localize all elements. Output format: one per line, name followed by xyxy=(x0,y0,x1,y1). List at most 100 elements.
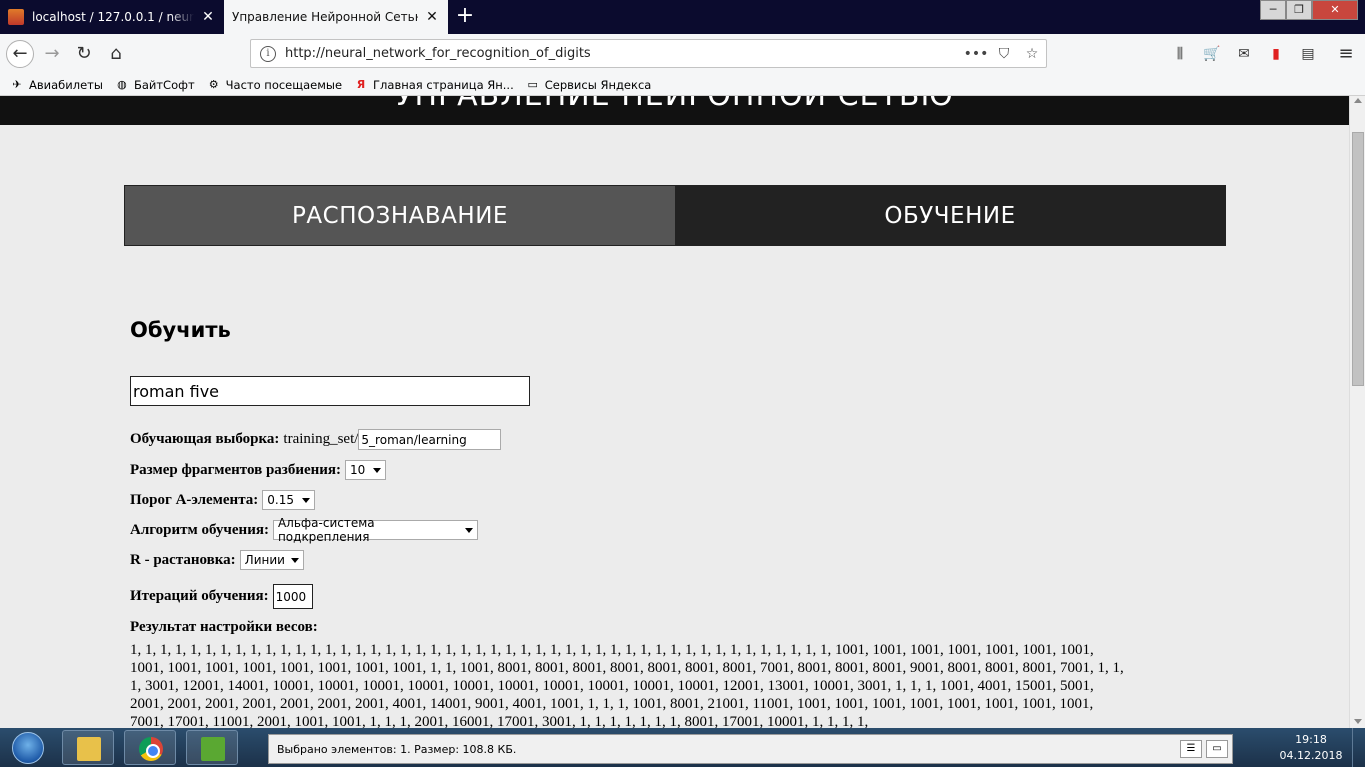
explorer-status-bar: Выбрано элементов: 1. Размер: 108.8 КБ. … xyxy=(268,734,1233,764)
tab-phpmyadmin[interactable]: localhost / 127.0.0.1 / neural_ne ✕ xyxy=(0,0,224,34)
bookmark-most-visited[interactable]: ⚙ Часто посещаемые xyxy=(207,78,342,92)
site-info-icon[interactable]: i xyxy=(260,45,276,62)
algorithm-select[interactable]: Альфа-система подкрепления xyxy=(272,516,478,544)
library-icon[interactable]: ⫼ xyxy=(1170,44,1190,64)
tray-clock[interactable]: 19:18 04.12.2018 xyxy=(1278,732,1344,764)
clock-time: 19:18 xyxy=(1295,733,1327,746)
fragment-size-row: Размер фрагментов разбиения: 10 xyxy=(130,460,387,480)
threshold-row: Порог А-элемента: 0.15 xyxy=(130,490,316,510)
close-window-button[interactable]: ✕ xyxy=(1312,0,1358,20)
weights-result-label: Результат настройки весов: xyxy=(130,619,318,635)
phpmyadmin-favicon-icon xyxy=(8,9,24,25)
chevron-down-icon xyxy=(464,527,473,533)
tab-training[interactable]: ОБУЧЕНИЕ xyxy=(675,186,1225,245)
network-name-input[interactable] xyxy=(130,376,530,406)
selected-value: Альфа-система подкрепления xyxy=(277,516,375,544)
bookmark-label: Главная страница Ян... xyxy=(373,77,514,92)
scrollbar-thumb[interactable] xyxy=(1352,132,1364,386)
windows-logo-icon xyxy=(12,732,44,764)
pocket-icon[interactable]: ⛉ xyxy=(990,46,1018,62)
fragment-size-select[interactable]: 10 xyxy=(345,460,387,480)
plane-icon: ✈ xyxy=(12,77,22,91)
home-button[interactable]: ⌂ xyxy=(102,40,130,68)
bookmark-yandex-services[interactable]: ▭ Сервисы Яндекса xyxy=(526,78,652,92)
bookmark-label: Сервисы Яндекса xyxy=(544,77,652,92)
minimize-button[interactable]: ─ xyxy=(1260,0,1286,20)
weights-result-text: 1, 1, 1, 1, 1, 1, 1, 1, 1, 1, 1, 1, 1, 1… xyxy=(130,642,1124,728)
taskbar-editor[interactable] xyxy=(186,730,238,765)
threshold-label: Порог А-элемента: xyxy=(130,491,259,508)
yandex-flag-icon[interactable]: ▮ xyxy=(1266,44,1286,64)
page-viewport: УПРАВЛЕНИЕ НЕЙРОННОЙ СЕТЬЮ РАСПОЗНАВАНИЕ… xyxy=(0,96,1349,728)
start-button[interactable] xyxy=(4,730,52,766)
globe-icon: ◍ xyxy=(117,77,127,91)
show-desktop-button[interactable] xyxy=(1352,728,1365,767)
chevron-down-icon xyxy=(302,497,311,503)
tab-close-icon[interactable]: ✕ xyxy=(200,9,216,25)
iterations-label: Итераций обучения: xyxy=(130,588,269,604)
bookmarks-bar: ✈ Авиабилеты ◍ БайтСофт ⚙ Часто посещаем… xyxy=(0,74,1365,96)
training-sample-prefix: training_set/ xyxy=(283,431,359,447)
tab-title: localhost / 127.0.0.1 / neural_ne xyxy=(32,10,194,24)
algorithm-row: Алгоритм обучения: Альфа-система подкреп… xyxy=(130,516,478,544)
taskbar-chrome[interactable] xyxy=(124,730,176,765)
reload-button[interactable]: ↻ xyxy=(70,40,98,68)
tiles-view-icon[interactable]: ▭ xyxy=(1206,740,1228,758)
sidebar-icon[interactable]: ▤ xyxy=(1298,44,1318,64)
navigation-toolbar: ← → ↻ ⌂ i http://neural_network_for_reco… xyxy=(0,34,1365,74)
training-sample-row: Обучающая выборка: training_set/ xyxy=(130,429,502,450)
threshold-select[interactable]: 0.15 xyxy=(262,490,316,510)
clock-date: 04.12.2018 xyxy=(1279,749,1343,762)
fragment-size-label: Размер фрагментов разбиения: xyxy=(130,461,342,478)
selected-value: 10 xyxy=(350,463,366,477)
mode-tabs: РАСПОЗНАВАНИЕ ОБУЧЕНИЕ xyxy=(124,185,1226,246)
bookmark-aviabilety[interactable]: ✈ Авиабилеты xyxy=(10,78,103,92)
arrangement-label: R - растановка: xyxy=(130,551,236,568)
details-view-icon[interactable]: ☰ xyxy=(1180,740,1202,758)
scroll-down-icon[interactable] xyxy=(1354,719,1362,724)
iterations-row: Итераций обучения: xyxy=(130,584,313,609)
arrangement-select[interactable]: Линии xyxy=(239,550,304,570)
gear-icon: ⚙ xyxy=(208,77,219,91)
folder-icon xyxy=(77,737,101,761)
chevron-down-icon xyxy=(290,557,299,563)
page-header-title: УПРАВЛЕНИЕ НЕЙРОННОЙ СЕТЬЮ xyxy=(0,96,1349,113)
tab-close-icon[interactable]: ✕ xyxy=(424,9,440,25)
bookmark-label: Часто посещаемые xyxy=(225,77,343,92)
maximize-button[interactable]: ❐ xyxy=(1286,0,1312,20)
scroll-up-icon[interactable] xyxy=(1354,98,1362,103)
bookmark-baitsoft[interactable]: ◍ БайтСофт xyxy=(115,78,195,92)
mail-icon[interactable]: ✉ xyxy=(1234,44,1254,64)
yandex-icon: Я xyxy=(356,77,366,91)
tab-title: Управление Нейронной Сетью xyxy=(232,10,418,24)
bookmark-yandex-home[interactable]: Я Главная страница Ян... xyxy=(354,78,514,92)
folder-icon: ▭ xyxy=(527,77,538,91)
iterations-input[interactable] xyxy=(272,584,313,609)
training-sample-input[interactable] xyxy=(358,429,502,450)
browser-titlebar: localhost / 127.0.0.1 / neural_ne ✕ Упра… xyxy=(0,0,1365,34)
selected-value: Линии xyxy=(244,553,285,567)
page-scrollbar[interactable] xyxy=(1349,96,1365,728)
arrangement-row: R - растановка: Линии xyxy=(130,550,304,570)
new-tab-button[interactable]: + xyxy=(452,4,478,30)
editor-icon xyxy=(201,737,225,761)
menu-icon[interactable]: ≡ xyxy=(1336,44,1356,64)
taskbar-explorer[interactable] xyxy=(62,730,114,765)
windows-taskbar: Выбрано элементов: 1. Размер: 108.8 КБ. … xyxy=(0,728,1365,767)
tab-recognition[interactable]: РАСПОЗНАВАНИЕ xyxy=(125,186,675,245)
cart-icon[interactable]: 🛒 xyxy=(1202,44,1222,64)
url-bar[interactable]: i http://neural_network_for_recognition_… xyxy=(250,39,1047,68)
bookmark-label: Авиабилеты xyxy=(29,77,103,92)
page-actions-icon[interactable]: ••• xyxy=(962,46,990,62)
training-sample-label: Обучающая выборка: xyxy=(130,431,280,447)
bookmark-star-icon[interactable]: ☆ xyxy=(1018,46,1046,62)
chrome-icon xyxy=(139,737,163,761)
algorithm-label: Алгоритм обучения: xyxy=(130,521,269,538)
tab-neural-network-control[interactable]: Управление Нейронной Сетью ✕ xyxy=(224,0,448,34)
train-section-title: Обучить xyxy=(130,318,231,342)
page-header: УПРАВЛЕНИЕ НЕЙРОННОЙ СЕТЬЮ xyxy=(0,96,1349,125)
url-text[interactable]: http://neural_network_for_recognition_of… xyxy=(285,46,962,61)
selected-value: 0.15 xyxy=(267,493,294,507)
back-button[interactable]: ← xyxy=(6,40,34,68)
forward-button[interactable]: → xyxy=(38,40,66,68)
